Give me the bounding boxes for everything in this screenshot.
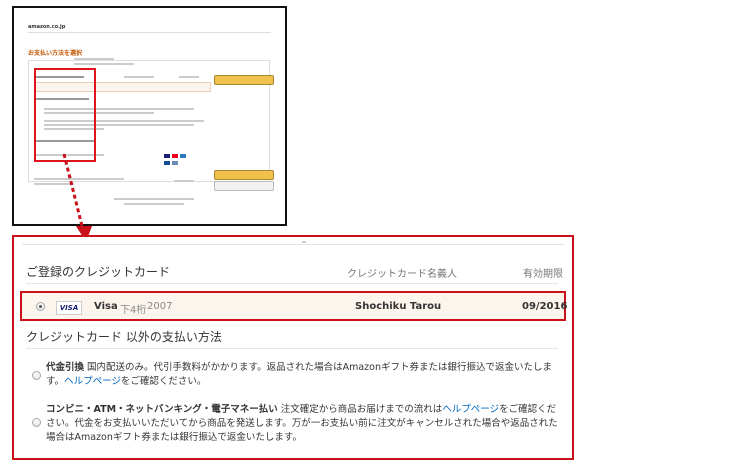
- card-last4-label: 下4桁: [120, 305, 147, 316]
- panel-divider: [22, 244, 564, 245]
- cod-title: 代金引換: [46, 362, 85, 373]
- convenience-option[interactable]: コンビニ・ATM・ネットバンキング・電子マネー払い 注文確定から商品お届けまでの…: [46, 403, 562, 445]
- divider: [26, 283, 558, 284]
- divider: [26, 348, 558, 349]
- convenience-radio[interactable]: [32, 418, 41, 427]
- card-holder-name: Shochiku Tarou: [355, 301, 442, 312]
- credit-card-row[interactable]: VISA Visa 下4桁 2007 Shochiku Tarou 09/201…: [20, 291, 568, 321]
- zoomed-payment-panel: ご登録のクレジットカード クレジットカード名義人 有効期限 VISA Visa …: [12, 235, 574, 460]
- visa-icon: VISA: [56, 301, 82, 315]
- expiry-column-header: 有効期限: [523, 269, 563, 280]
- card-radio[interactable]: [36, 302, 45, 311]
- cod-description-end: をご確認ください。: [120, 376, 207, 387]
- convenience-title: コンビニ・ATM・ネットバンキング・電子マネー払い: [46, 404, 278, 415]
- card-brand: Visa: [94, 301, 118, 312]
- card-last4: 2007: [147, 301, 173, 312]
- cod-radio[interactable]: [32, 371, 41, 380]
- panel-handle: [302, 241, 306, 243]
- cod-help-link[interactable]: ヘルプページ: [64, 376, 121, 387]
- convenience-help-link[interactable]: ヘルプページ: [442, 404, 499, 415]
- cardholder-column-header: クレジットカード名義人: [347, 269, 457, 280]
- cod-option[interactable]: 代金引換 国内配送のみ。代引手数料がかかります。返品された場合はAmazonギフ…: [46, 361, 562, 389]
- other-methods-header: クレジットカード 以外の支払い方法: [26, 330, 222, 344]
- convenience-description: 注文確定から商品お届けまでの流れは: [277, 404, 443, 415]
- registered-cards-header: ご登録のクレジットカード: [26, 265, 171, 279]
- card-expiry: 09/2016: [522, 301, 568, 312]
